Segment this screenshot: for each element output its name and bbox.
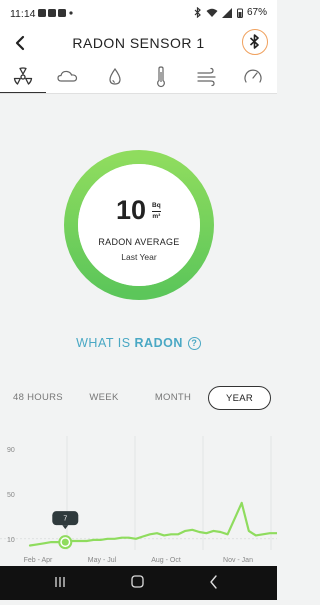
home-button[interactable] xyxy=(131,575,144,588)
data-point xyxy=(177,533,179,535)
status-bar: 11:14 67% xyxy=(0,0,277,28)
system-nav-bar xyxy=(0,566,277,600)
radon-chart: 90 50 10 Feb - Apr May - Jul Aug - Oct Nov - J… xyxy=(0,432,279,566)
data-point xyxy=(170,533,172,535)
data-point xyxy=(50,541,52,543)
data-point xyxy=(149,533,151,535)
data-point xyxy=(135,538,137,540)
tab-pressure[interactable] xyxy=(230,60,276,94)
what-is-radon-link[interactable]: WHAT IS RADON? xyxy=(0,336,277,351)
radon-average-label: RADON AVERAGE xyxy=(98,237,180,247)
x-tick-label: Nov - Jan xyxy=(223,557,253,564)
period-selector: 48 HOURS WEEK MONTH YEAR xyxy=(0,386,277,412)
data-point xyxy=(262,533,264,535)
data-point xyxy=(227,533,229,535)
status-time: 11:14 xyxy=(10,8,36,20)
help-icon: ? xyxy=(187,337,201,351)
radon-chart-svg: 90 50 10 Feb - Apr May - Jul Aug - Oct Nov - J… xyxy=(0,436,279,564)
bluetooth-status-icon xyxy=(194,7,201,18)
data-point xyxy=(36,543,38,545)
recent-apps-button[interactable] xyxy=(55,577,65,587)
radon-unit: Bq m³ xyxy=(152,202,161,220)
data-point xyxy=(248,530,250,532)
tooltip-value: 7 xyxy=(63,516,67,523)
signal-icon xyxy=(221,7,232,18)
y-tick-label: 50 xyxy=(7,492,15,499)
data-point xyxy=(78,540,80,542)
cloud-icon xyxy=(57,70,78,82)
data-point xyxy=(128,537,130,539)
data-point xyxy=(43,542,45,544)
back-nav-button[interactable] xyxy=(210,575,217,589)
droplet-icon xyxy=(109,67,121,85)
data-point xyxy=(234,518,236,520)
notification-icons xyxy=(38,8,74,20)
data-point xyxy=(198,531,200,533)
bluetooth-button[interactable] xyxy=(242,29,268,55)
x-tick-label: Aug - Oct xyxy=(151,557,181,564)
tab-cloud[interactable] xyxy=(46,60,92,94)
data-point xyxy=(212,530,215,532)
tab-airflow[interactable] xyxy=(184,60,230,94)
data-point xyxy=(241,502,243,504)
y-tick-label: 10 xyxy=(7,537,15,544)
data-point xyxy=(219,531,222,533)
tab-temperature[interactable] xyxy=(138,60,184,94)
data-point xyxy=(142,535,144,538)
period-month[interactable]: MONTH xyxy=(148,386,198,410)
radon-period-label: Last Year xyxy=(121,252,157,262)
radiation-icon xyxy=(13,67,33,85)
metric-tabs xyxy=(0,60,277,94)
data-point xyxy=(107,538,109,540)
period-week[interactable]: WEEK xyxy=(80,386,128,410)
data-point xyxy=(121,537,123,539)
wind-icon xyxy=(197,67,216,87)
data-point xyxy=(191,529,193,531)
tab-humidity[interactable] xyxy=(92,60,138,94)
data-point xyxy=(255,534,257,536)
gauge-icon xyxy=(244,69,262,83)
selected-point-dot xyxy=(61,538,69,546)
battery-icon xyxy=(236,8,243,18)
x-tick-label: Feb - Apr xyxy=(24,557,53,564)
period-48-hours[interactable]: 48 HOURS xyxy=(7,386,69,410)
data-point xyxy=(269,532,271,534)
data-point xyxy=(163,534,165,536)
x-tick-label: May - Jul xyxy=(88,557,117,564)
wifi-icon xyxy=(206,8,218,17)
period-year[interactable]: YEAR xyxy=(208,386,271,410)
page-title: RADON SENSOR 1 xyxy=(72,35,205,51)
data-point xyxy=(85,540,88,542)
status-right: 67% xyxy=(194,7,267,18)
data-point xyxy=(114,538,116,540)
data-point xyxy=(29,544,31,547)
data-point xyxy=(156,532,158,534)
data-point xyxy=(205,532,207,534)
tab-radon[interactable] xyxy=(0,60,46,94)
app-header: RADON SENSOR 1 xyxy=(0,28,277,60)
data-point xyxy=(92,539,95,541)
radon-average-ring: 10 Bq m³ RADON AVERAGE Last Year xyxy=(63,149,215,301)
radon-value: 10 xyxy=(115,195,147,225)
battery-percent: 67% xyxy=(246,7,267,18)
y-tick-label: 90 xyxy=(7,447,15,454)
tabs-divider xyxy=(0,93,277,94)
data-point xyxy=(184,530,186,532)
bluetooth-icon xyxy=(249,34,259,49)
data-point xyxy=(100,539,102,541)
thermometer-icon xyxy=(157,66,165,88)
